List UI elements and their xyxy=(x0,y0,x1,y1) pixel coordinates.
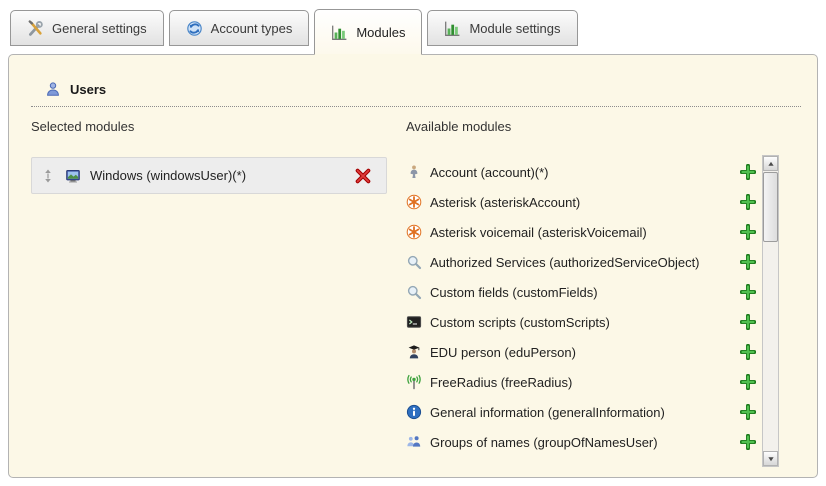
selected-module-label: Windows (windowsUser)(*) xyxy=(90,168,345,183)
tab-label: Account types xyxy=(211,21,293,36)
available-module-label: Asterisk (asteriskAccount) xyxy=(430,195,732,210)
scroll-down-icon xyxy=(766,454,776,464)
available-module-label: Asterisk voicemail (asteriskVoicemail) xyxy=(430,225,732,240)
available-modules-list: Account (account)(*) Asterisk (asteriskA… xyxy=(406,157,756,457)
add-icon[interactable] xyxy=(740,344,756,360)
tab-bar: General settings Account types Modules M… xyxy=(10,8,578,55)
scroll-up-button[interactable] xyxy=(763,156,778,171)
available-module-label: EDU person (eduPerson) xyxy=(430,345,732,360)
available-module-row: Custom scripts (customScripts) xyxy=(406,307,756,337)
terminal-icon xyxy=(406,314,422,330)
asterisk-icon xyxy=(406,224,422,240)
asterisk-icon xyxy=(406,194,422,210)
add-icon[interactable] xyxy=(740,374,756,390)
drag-handle-icon[interactable] xyxy=(40,168,56,184)
tab-label: General settings xyxy=(52,21,147,36)
tools-icon xyxy=(27,20,44,37)
edu-person-icon xyxy=(406,344,422,360)
available-module-row: Asterisk (asteriskAccount) xyxy=(406,187,756,217)
add-icon[interactable] xyxy=(740,164,756,180)
section-title: Users xyxy=(70,82,106,97)
add-icon[interactable] xyxy=(740,284,756,300)
available-module-row: Custom fields (customFields) xyxy=(406,277,756,307)
group-icon xyxy=(406,434,422,450)
tab-module-settings[interactable]: Module settings xyxy=(427,10,577,46)
tab-general-settings[interactable]: General settings xyxy=(10,10,164,46)
available-module-row: Account (account)(*) xyxy=(406,157,756,187)
users-icon xyxy=(45,81,61,97)
available-module-label: Custom scripts (customScripts) xyxy=(430,315,732,330)
tab-label: Modules xyxy=(356,25,405,40)
available-modules-heading: Available modules xyxy=(406,119,511,134)
add-icon[interactable] xyxy=(740,254,756,270)
chart-icon xyxy=(444,20,461,37)
lam-configuration-window: General settings Account types Modules M… xyxy=(0,0,826,486)
add-icon[interactable] xyxy=(740,314,756,330)
selected-module-row[interactable]: Windows (windowsUser)(*) xyxy=(31,157,387,194)
available-module-label: General information (generalInformation) xyxy=(430,405,732,420)
modules-tab-panel: Users Selected modules Available modules… xyxy=(8,54,818,478)
add-icon[interactable] xyxy=(740,224,756,240)
available-module-row: EDU person (eduPerson) xyxy=(406,337,756,367)
scroll-down-button[interactable] xyxy=(763,451,778,466)
tab-label: Module settings xyxy=(469,21,560,36)
magnifier-icon xyxy=(406,254,422,270)
account-types-icon xyxy=(186,20,203,37)
available-module-row: Asterisk voicemail (asteriskVoicemail) xyxy=(406,217,756,247)
antenna-icon xyxy=(406,374,422,390)
account-icon xyxy=(406,164,422,180)
magnifier-icon xyxy=(406,284,422,300)
tab-modules[interactable]: Modules xyxy=(314,9,422,55)
available-module-row: Authorized Services (authorizedServiceOb… xyxy=(406,247,756,277)
available-modules-scrollbar[interactable] xyxy=(762,155,779,467)
windows-module-icon xyxy=(65,168,81,184)
selected-modules-list: Windows (windowsUser)(*) xyxy=(31,157,387,194)
available-module-row: General information (generalInformation) xyxy=(406,397,756,427)
available-module-row: FreeRadius (freeRadius) xyxy=(406,367,756,397)
available-module-row: Groups of names (groupOfNamesUser) xyxy=(406,427,756,457)
tab-account-types[interactable]: Account types xyxy=(169,10,310,46)
add-icon[interactable] xyxy=(740,434,756,450)
chart-icon xyxy=(331,24,348,41)
users-section-header: Users xyxy=(31,81,801,107)
available-module-label: Authorized Services (authorizedServiceOb… xyxy=(430,255,732,270)
add-icon[interactable] xyxy=(740,404,756,420)
info-icon xyxy=(406,404,422,420)
available-module-label: Groups of names (groupOfNamesUser) xyxy=(430,435,732,450)
available-module-label: Account (account)(*) xyxy=(430,165,732,180)
available-module-label: Custom fields (customFields) xyxy=(430,285,732,300)
delete-icon[interactable] xyxy=(354,167,372,185)
add-icon[interactable] xyxy=(740,194,756,210)
available-module-label: FreeRadius (freeRadius) xyxy=(430,375,732,390)
scroll-up-icon xyxy=(766,159,776,169)
scrollbar-thumb[interactable] xyxy=(763,172,778,242)
selected-modules-heading: Selected modules xyxy=(31,119,134,134)
